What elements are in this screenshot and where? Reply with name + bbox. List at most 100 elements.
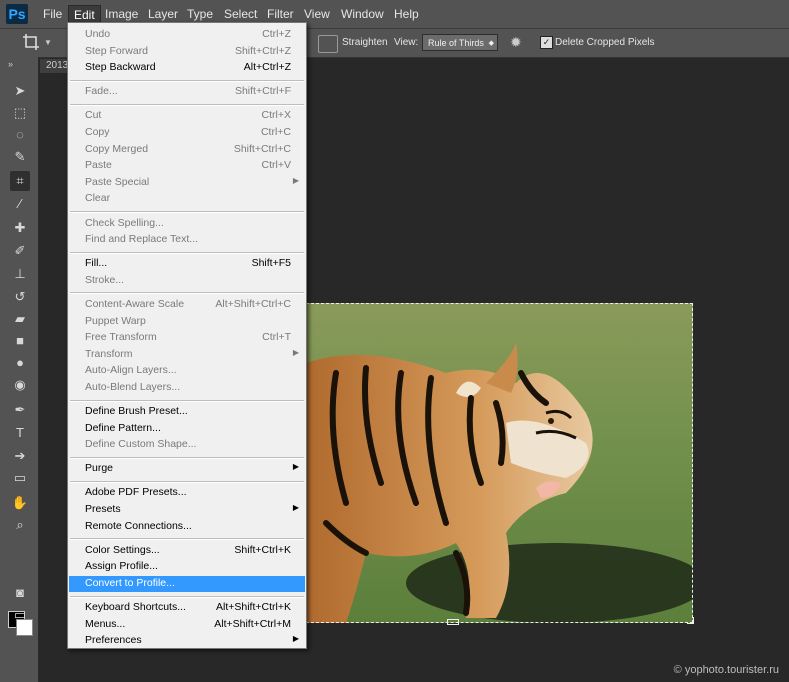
submenu-arrow-icon: ▶ (292, 503, 299, 512)
menu-item-presets[interactable]: Presets ▶ (69, 502, 305, 518)
screen-mode-icon[interactable]: ▭ (10, 605, 30, 625)
submenu-arrow-icon: ▶ (292, 634, 299, 644)
menu-item-keyboard-shortcuts[interactable]: Keyboard Shortcuts... Alt+Shift+Ctrl+K (69, 600, 305, 616)
menu-item-copy-merged[interactable]: Copy Merged Shift+Ctrl+C (69, 142, 305, 158)
menu-image[interactable]: Image (100, 5, 143, 23)
eraser-icon[interactable]: ▰ (10, 309, 30, 329)
menu-item-define-pattern[interactable]: Define Pattern... (69, 421, 305, 437)
collapse-panel-icon[interactable]: » (8, 59, 13, 69)
menu-item-label: Color Settings... (85, 543, 160, 556)
menu-item-adobe-pdf-presets[interactable]: Adobe PDF Presets... (69, 485, 305, 501)
delete-cropped-pixels-checkbox[interactable]: ✓ (540, 36, 553, 49)
move-icon[interactable]: ➤ (10, 81, 30, 101)
menu-item-check-spelling[interactable]: Check Spelling... (69, 216, 305, 232)
menu-help[interactable]: Help (389, 5, 424, 23)
menu-item-label: Free Transform (85, 331, 157, 344)
eyedropper-icon[interactable]: ⁄ (10, 194, 30, 214)
menu-item-convert-to-profile[interactable]: Convert to Profile... (69, 575, 305, 592)
menu-item-paste-special[interactable]: Paste Special ▶ (69, 175, 305, 191)
menu-item-label: Preferences (85, 634, 142, 647)
menu-type[interactable]: Type (182, 5, 218, 23)
menu-item-define-brush-preset[interactable]: Define Brush Preset... (69, 404, 305, 420)
path-select-icon[interactable]: ➔ (10, 446, 30, 466)
zoom-icon[interactable]: ⌕ (10, 515, 30, 535)
menu-separator (70, 251, 304, 254)
menu-window[interactable]: Window (336, 5, 389, 23)
quick-mask-icon[interactable]: ◙ (10, 583, 30, 603)
quick-select-icon[interactable]: ✎ (10, 147, 30, 167)
menu-item-shortcut: Ctrl+T (262, 331, 291, 344)
canvas-photo[interactable] (306, 303, 693, 623)
menu-item-label: Define Brush Preset... (85, 405, 188, 417)
menu-item-fade[interactable]: Fade... Shift+Ctrl+F (69, 84, 305, 100)
menu-item-menus[interactable]: Menus... Alt+Shift+Ctrl+M (69, 617, 305, 633)
view-overlay-value: Rule of Thirds (428, 38, 484, 48)
menu-item-paste[interactable]: Paste Ctrl+V (69, 158, 305, 174)
menu-select[interactable]: Select (219, 5, 262, 23)
healing-icon[interactable]: ✚ (10, 218, 30, 238)
menu-item-find-and-replace-text[interactable]: Find and Replace Text... (69, 232, 305, 248)
lasso-icon[interactable]: ◌ (10, 125, 30, 145)
menu-item-shortcut: Alt+Ctrl+Z (243, 61, 291, 74)
hand-icon[interactable]: ✋ (10, 493, 30, 513)
menu-separator (70, 211, 304, 213)
menu-item-content-aware-scale[interactable]: Content-Aware Scale Alt+Shift+Ctrl+C (69, 297, 305, 313)
menu-item-shortcut: Shift+F5 (251, 257, 291, 270)
delete-cropped-pixels-label[interactable]: Delete Cropped Pixels (555, 37, 655, 48)
history-brush-icon[interactable]: ↺ (10, 287, 30, 307)
menu-file[interactable]: File (38, 5, 67, 23)
menu-item-free-transform[interactable]: Free Transform Ctrl+T (69, 330, 305, 346)
menu-item-step-forward[interactable]: Step Forward Shift+Ctrl+Z (69, 44, 305, 60)
menu-separator (70, 399, 304, 402)
menu-item-label: Menus... (85, 617, 126, 630)
gear-icon[interactable]: ✹ (510, 34, 526, 50)
menu-item-remote-connections[interactable]: Remote Connections... (69, 519, 305, 535)
menu-item-purge[interactable]: Purge ▶ (69, 461, 305, 477)
watermark: © yophoto.tourister.ru (673, 664, 779, 676)
gradient-icon[interactable]: ■ (10, 331, 30, 351)
menu-item-assign-profile[interactable]: Assign Profile... (69, 559, 305, 575)
straighten-button[interactable]: Straighten (342, 37, 388, 48)
menu-item-step-backward[interactable]: Step Backward Alt+Ctrl+Z (69, 60, 305, 76)
dodge-icon[interactable]: ◉ (10, 375, 30, 395)
menu-view[interactable]: View (299, 5, 335, 23)
menu-item-label: Step Backward (85, 61, 156, 74)
menu-layer[interactable]: Layer (143, 5, 183, 23)
crop-icon[interactable]: ⌗ (10, 171, 30, 191)
blur-icon[interactable]: ● (10, 353, 30, 373)
menu-filter[interactable]: Filter (262, 5, 299, 23)
menu-item-label: Define Pattern... (85, 421, 161, 434)
type-icon[interactable]: T (10, 423, 30, 443)
menu-item-copy[interactable]: Copy Ctrl+C (69, 125, 305, 141)
menu-separator (70, 292, 304, 295)
menu-item-shortcut: Shift+Ctrl+C (233, 142, 291, 155)
straighten-icon[interactable] (318, 35, 338, 53)
menu-item-label: Auto-Blend Layers... (85, 380, 181, 393)
marquee-icon[interactable]: ⬚ (10, 103, 30, 123)
menu-item-auto-blend-layers[interactable]: Auto-Blend Layers... (69, 380, 305, 396)
menu-item-fill[interactable]: Fill... Shift+F5 (69, 256, 305, 272)
menu-item-clear[interactable]: Clear (69, 191, 305, 207)
rectangle-icon[interactable]: ▭ (10, 468, 30, 488)
menu-item-define-custom-shape[interactable]: Define Custom Shape... (69, 437, 305, 453)
menu-item-label: Copy Merged (85, 142, 149, 155)
menu-separator (70, 79, 304, 82)
menu-item-shortcut: Shift+Ctrl+Z (234, 44, 291, 57)
menu-item-puppet-warp[interactable]: Puppet Warp (69, 314, 305, 330)
menu-item-undo[interactable]: Undo Ctrl+Z (69, 27, 305, 43)
stamp-icon[interactable]: ⊥ (10, 264, 30, 284)
menu-item-stroke[interactable]: Stroke... (69, 273, 305, 289)
menu-item-color-settings[interactable]: Color Settings... Shift+Ctrl+K (69, 543, 305, 559)
menu-item-transform[interactable]: Transform ▶ (69, 347, 305, 363)
menu-item-shortcut: Ctrl+V (261, 159, 291, 172)
pen-icon[interactable]: ✒ (10, 400, 30, 420)
tool-preset-dropdown-icon[interactable]: ▼ (44, 38, 52, 47)
menu-item-cut[interactable]: Cut Ctrl+X (69, 108, 305, 124)
menu-item-preferences[interactable]: Preferences ▶ (69, 633, 305, 649)
crop-tool-preset-icon[interactable] (22, 33, 40, 51)
menu-item-label: Step Forward (85, 44, 149, 57)
menu-item-auto-align-layers[interactable]: Auto-Align Layers... (69, 363, 305, 379)
view-overlay-select[interactable]: Rule of Thirds ◆ (422, 34, 498, 51)
brush-icon[interactable]: ✐ (10, 241, 30, 261)
menu-separator (70, 456, 304, 459)
